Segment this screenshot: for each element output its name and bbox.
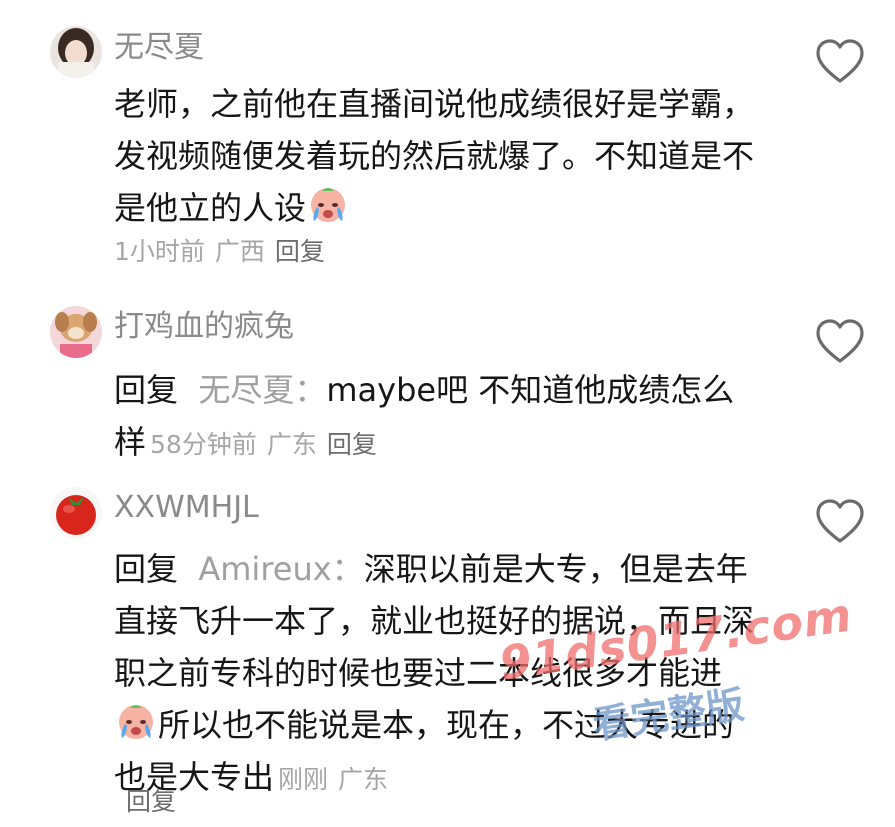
comment-text: 老师，之前他在直播间说他成绩很好是学霸，发视频随便发着玩的然后就爆了。不知道是不…: [114, 78, 764, 234]
comment-meta: 回复: [126, 784, 186, 820]
comment-location: 广西: [214, 237, 265, 266]
avatar[interactable]: [50, 306, 102, 358]
reply-button[interactable]: 回复: [275, 237, 325, 266]
reply-prefix: 回复: [114, 550, 179, 588]
reply-button[interactable]: 回复: [327, 430, 377, 459]
comment-location: 广东: [266, 430, 317, 459]
crying-face-emoji: [311, 188, 346, 222]
avatar[interactable]: [50, 487, 102, 539]
heart-icon[interactable]: [812, 36, 868, 86]
heart-icon[interactable]: [812, 316, 868, 366]
avatar[interactable]: [50, 26, 102, 78]
username[interactable]: 无尽夏: [114, 30, 204, 66]
comment-meta: 刚刚 广东: [278, 765, 398, 794]
reply-target[interactable]: Amireux：: [198, 550, 363, 588]
comment-meta: 58分钟前 广东 回复: [150, 430, 387, 459]
crying-face-emoji: [119, 705, 153, 739]
heart-icon[interactable]: [812, 496, 868, 546]
comment-text: 回复 无尽夏：maybe吧 不知道他成绩怎么样 58分钟前 广东 回复: [114, 364, 764, 471]
comment-time: 1小时前: [114, 237, 205, 266]
comment-body: 所以也不能说是本，现在，不过大专进的也是大专出: [114, 706, 735, 796]
comment-time: 58分钟前: [150, 430, 257, 459]
reply-button[interactable]: 回复: [126, 787, 176, 816]
reply-prefix: 回复: [114, 371, 179, 409]
username[interactable]: 打鸡血的疯兔: [114, 309, 294, 345]
comment-body: 老师，之前他在直播间说他成绩很好是学霸，发视频随便发着玩的然后就爆了。不知道是不…: [114, 85, 755, 227]
comment-meta: 1小时前 广西 回复: [114, 234, 335, 270]
comment-time: 刚刚: [278, 765, 329, 794]
reply-target[interactable]: 无尽夏：: [198, 371, 326, 409]
comment-location: 广东: [338, 765, 389, 794]
username[interactable]: XXWMHJL: [114, 490, 259, 526]
comment-text: 回复 Amireux：深职以前是大专，但是去年直接飞升一本了，就业也挺好的据说，…: [114, 543, 764, 806]
